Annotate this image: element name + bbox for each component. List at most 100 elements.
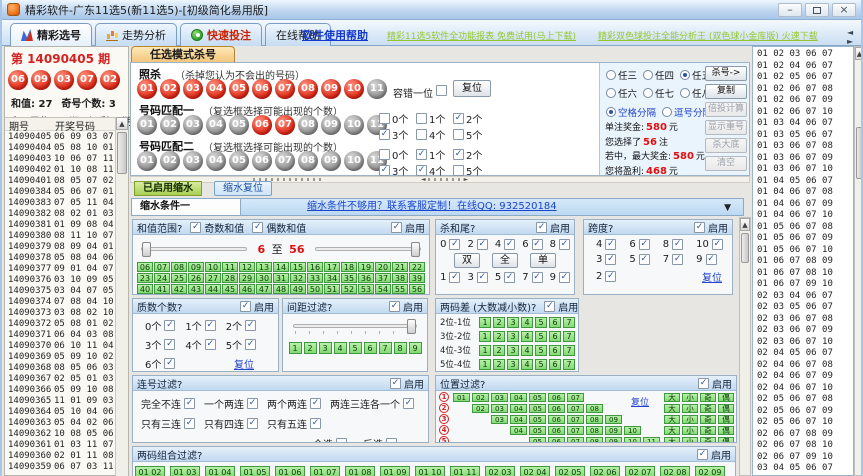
gap-cell[interactable]: 5 bbox=[349, 342, 362, 354]
radio-option[interactable]: 空格分隔 bbox=[606, 105, 656, 119]
position-cell[interactable]: 04 bbox=[510, 415, 527, 424]
tail-quick-button[interactable]: 双 bbox=[454, 253, 480, 268]
scroll-thumb[interactable] bbox=[117, 132, 127, 174]
position-cell[interactable]: 03 bbox=[491, 404, 508, 413]
match1-ball-05[interactable]: 05 bbox=[229, 115, 249, 135]
sum-cell[interactable]: 27 bbox=[205, 273, 221, 283]
radio-button[interactable] bbox=[606, 107, 616, 117]
span-checkbox[interactable]: ✓ bbox=[712, 239, 723, 250]
gap-cell[interactable]: 6 bbox=[364, 342, 377, 354]
prime-reset-link[interactable]: 复位 bbox=[234, 356, 254, 371]
history-row[interactable]: 1409036702 05 01 03 10 bbox=[5, 374, 116, 385]
sum-cell[interactable]: 19 bbox=[358, 262, 374, 272]
position-tag[interactable]: 小 bbox=[682, 393, 698, 402]
sum-cell[interactable]: 39 bbox=[409, 273, 425, 283]
count-checkbox[interactable] bbox=[453, 165, 464, 176]
diff-cell[interactable]: 7 bbox=[563, 359, 575, 370]
tail-quick-button[interactable]: 全 bbox=[492, 253, 518, 268]
tab-trend-analysis[interactable]: 走势分析 bbox=[95, 23, 177, 46]
sum-cell[interactable]: 08 bbox=[171, 262, 187, 272]
tail-checkbox[interactable]: ✓ bbox=[532, 272, 543, 283]
diff-cell[interactable]: 4 bbox=[521, 317, 533, 328]
count-checkbox[interactable]: ✓ bbox=[379, 165, 390, 176]
enable-checkbox[interactable]: ✓ bbox=[391, 222, 402, 233]
radio-option[interactable]: 任四 bbox=[643, 68, 674, 82]
span-checkbox[interactable]: ✓ bbox=[605, 271, 616, 282]
position-tag[interactable]: 偶 bbox=[718, 437, 734, 444]
combo-row[interactable]: 02 04 05 06 07 bbox=[757, 348, 853, 360]
combo-row[interactable]: 01 04 06 07 08 bbox=[757, 187, 853, 199]
diff-cell[interactable]: 3 bbox=[507, 331, 519, 342]
position-cell[interactable]: 08 bbox=[586, 415, 603, 424]
sum-cell[interactable]: 12 bbox=[239, 262, 255, 272]
radio-option[interactable]: 任三 bbox=[606, 68, 637, 82]
gap-cell[interactable]: 7 bbox=[379, 342, 392, 354]
shrink-enabled-button[interactable]: 已启用缩水 bbox=[134, 181, 202, 196]
combo-scrollbar[interactable]: ▲ bbox=[854, 46, 863, 476]
sum-cell[interactable]: 53 bbox=[358, 284, 374, 294]
gap-cell[interactable]: 8 bbox=[394, 342, 407, 354]
position-tag[interactable]: 奇 bbox=[700, 426, 716, 435]
sum-cell[interactable]: 13 bbox=[256, 262, 272, 272]
diff-cell[interactable]: 6 bbox=[549, 345, 561, 356]
match1-ball-08[interactable]: 08 bbox=[298, 115, 318, 135]
position-cell[interactable]: 01 bbox=[453, 393, 470, 402]
slider-thumb[interactable] bbox=[411, 242, 420, 257]
shrink-condition-tab[interactable]: 缩水条件一 bbox=[131, 198, 241, 216]
kill-reset-button[interactable]: 复位 bbox=[453, 80, 491, 97]
position-tag[interactable]: 偶 bbox=[718, 426, 734, 435]
close-button[interactable]: × bbox=[832, 3, 856, 17]
combo-row[interactable]: 01 05 06 07 08 bbox=[757, 222, 853, 234]
position-cell[interactable]: 09 bbox=[605, 415, 622, 424]
consec-checkbox[interactable]: ✓ bbox=[310, 398, 321, 409]
enable-checkbox[interactable]: ✓ bbox=[544, 301, 555, 312]
position-tag[interactable]: 小 bbox=[682, 437, 698, 444]
span-reset-link[interactable]: 复位 bbox=[702, 269, 722, 284]
match1-ball-06[interactable]: 06 bbox=[252, 115, 272, 135]
radio-button[interactable] bbox=[662, 107, 672, 117]
kill-ball-07[interactable]: 07 bbox=[275, 79, 295, 99]
combo-row[interactable]: 01 02 06 07 09 bbox=[757, 95, 853, 107]
ad-link-2[interactable]: 精彩双色球投注全能分析王 (双色球小金库版) 火速下载 bbox=[598, 29, 818, 42]
history-row[interactable]: 1409035906 07 03 11 09 bbox=[5, 462, 116, 473]
combo-row[interactable]: 01 02 04 06 07 bbox=[757, 61, 853, 73]
diff-cell[interactable]: 2 bbox=[493, 345, 505, 356]
diff-cell[interactable]: 1 bbox=[479, 359, 491, 370]
history-row[interactable]: 1409036605 09 10 08 07 bbox=[5, 385, 116, 396]
count-checkbox[interactable] bbox=[453, 129, 464, 140]
kill-ball-01[interactable]: 01 bbox=[137, 79, 157, 99]
sum-cell[interactable]: 09 bbox=[188, 262, 204, 272]
pair-cell[interactable]: 02 04 bbox=[520, 466, 550, 476]
enable-checkbox[interactable]: ✓ bbox=[390, 378, 401, 389]
sum-cell[interactable]: 15 bbox=[290, 262, 306, 272]
kill-ball-03[interactable]: 03 bbox=[183, 79, 203, 99]
enable-checkbox[interactable]: ✓ bbox=[389, 301, 400, 312]
sum-cell[interactable]: 30 bbox=[256, 273, 272, 283]
sum-cell[interactable]: 42 bbox=[171, 284, 187, 294]
maximize-button[interactable] bbox=[805, 3, 829, 17]
pair-cell[interactable]: 01 04 bbox=[205, 466, 235, 476]
combo-row[interactable]: 01 03 05 06 07 bbox=[757, 130, 853, 142]
combo-row[interactable]: 01 04 06 07 09 bbox=[757, 199, 853, 211]
combo-row[interactable]: 02 04 06 07 10 bbox=[757, 383, 853, 395]
checkbox[interactable]: ✓ bbox=[252, 222, 263, 233]
history-row[interactable]: 1409036905 09 10 02 04 bbox=[5, 352, 116, 363]
sum-cell[interactable]: 54 bbox=[375, 284, 391, 294]
position-cell[interactable]: 11 bbox=[643, 437, 660, 444]
pair-cell[interactable]: 01 10 bbox=[415, 466, 445, 476]
combo-row[interactable]: 01 05 06 07 09 bbox=[757, 233, 853, 245]
scroll-right-icon[interactable]: ► bbox=[462, 176, 471, 183]
diff-cell[interactable]: 1 bbox=[479, 345, 491, 356]
position-cell[interactable]: 06 bbox=[548, 404, 565, 413]
diff-cell[interactable]: 2 bbox=[493, 359, 505, 370]
count-checkbox[interactable]: ✓ bbox=[416, 149, 427, 160]
enable-checkbox[interactable]: ✓ bbox=[697, 449, 708, 460]
history-row[interactable]: 1409038405 06 07 01 04 bbox=[5, 187, 116, 198]
scroll-up-icon[interactable]: ▲ bbox=[116, 117, 128, 130]
position-cell[interactable]: 05 bbox=[529, 426, 546, 435]
history-row[interactable]: 1409037205 08 01 02 06 bbox=[5, 319, 116, 330]
match1-ball-04[interactable]: 04 bbox=[206, 115, 226, 135]
diff-cell[interactable]: 7 bbox=[563, 345, 575, 356]
count-checkbox[interactable] bbox=[416, 129, 427, 140]
radio-button[interactable] bbox=[643, 88, 653, 98]
